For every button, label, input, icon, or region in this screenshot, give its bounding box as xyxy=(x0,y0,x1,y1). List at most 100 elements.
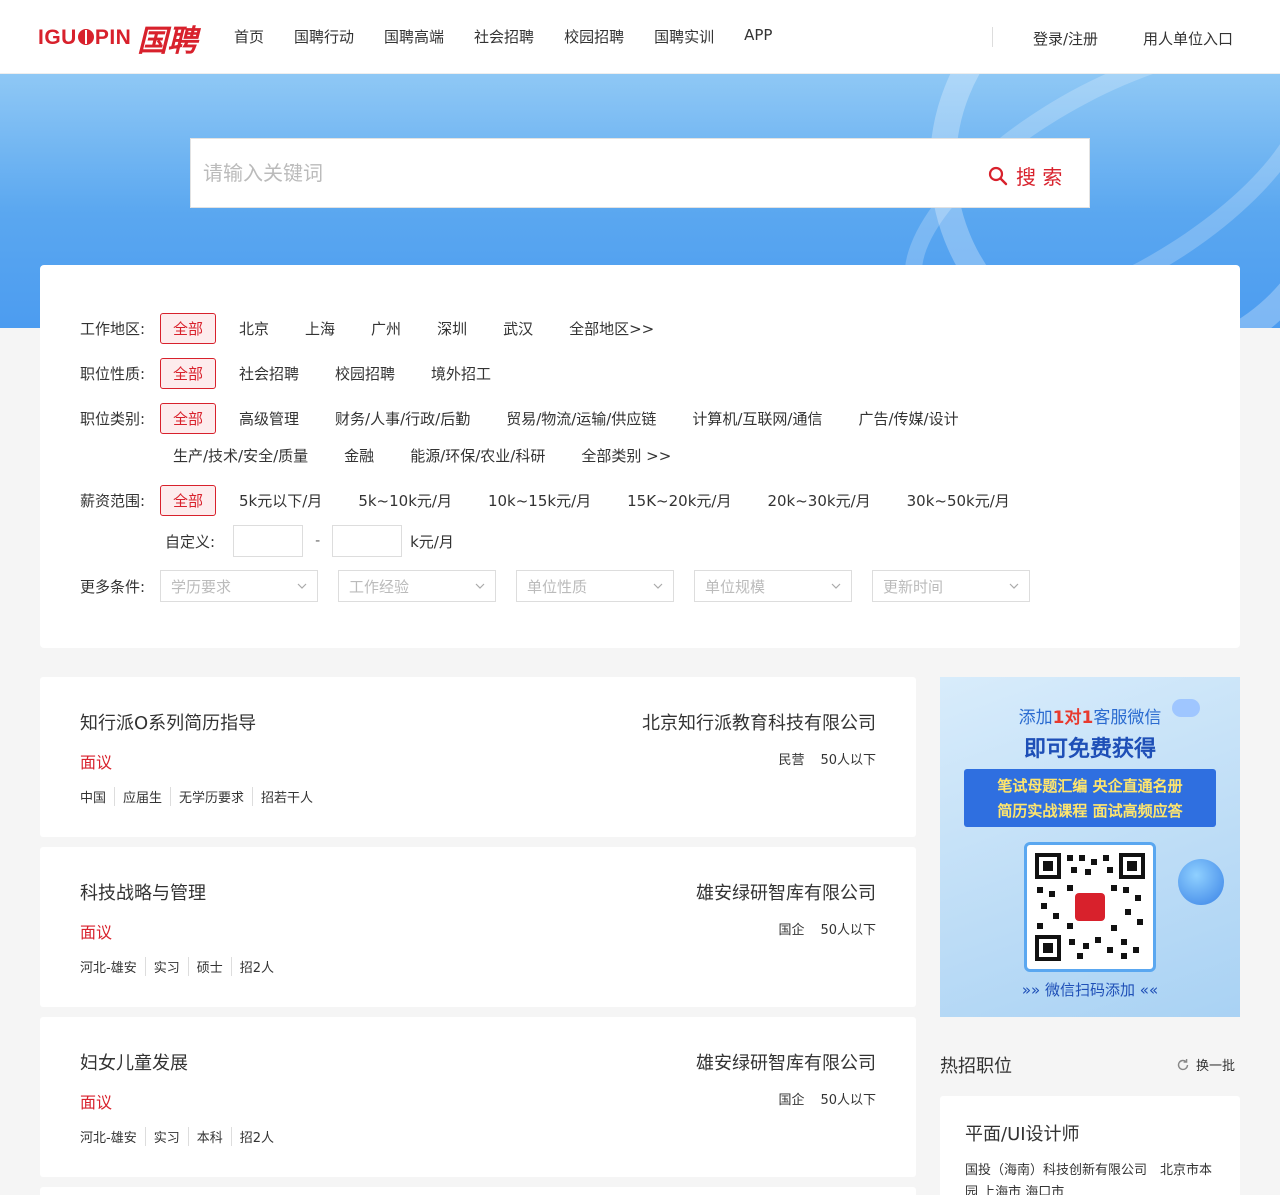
salary-option-30k-50k[interactable]: 30k~50k元/月 xyxy=(907,490,1010,511)
chevron-down-icon xyxy=(297,583,307,589)
location-option-guangzhou[interactable]: 广州 xyxy=(371,318,401,339)
location-option-beijing[interactable]: 北京 xyxy=(239,318,269,339)
job-card-partial[interactable] xyxy=(40,1187,916,1195)
nav-app[interactable]: APP xyxy=(744,26,772,47)
company-meta: 民营 50人以下 xyxy=(762,749,876,768)
location-option-all[interactable]: 全部 xyxy=(160,313,217,344)
job-title[interactable]: 妇女儿童发展 xyxy=(80,1049,188,1075)
job-salary: 面议 xyxy=(80,753,113,772)
location-option-wuhan[interactable]: 武汉 xyxy=(503,318,533,339)
category-option-management[interactable]: 高级管理 xyxy=(239,408,299,429)
filter-label-category: 职位类别: xyxy=(80,410,146,428)
company-size: 50人以下 xyxy=(820,923,876,938)
hot-job-meta: 国投（海南）科技创新有限公司 北京市本园 上海市 海口市 xyxy=(965,1163,1213,1195)
nav-action[interactable]: 国聘行动 xyxy=(294,26,354,47)
chevron-down-icon xyxy=(1009,583,1019,589)
job-tags: 中国 应届生 无学历要求 招若干人 xyxy=(80,787,321,806)
search-button[interactable]: 搜 索 xyxy=(988,161,1062,190)
company-type: 国企 xyxy=(778,923,805,938)
category-option-media-design[interactable]: 广告/传媒/设计 xyxy=(858,408,958,429)
job-tag-type: 应届生 xyxy=(114,787,170,806)
custom-salary-label: 自定义: xyxy=(165,532,216,551)
customer-service-bot-icon xyxy=(1178,859,1224,905)
experience-select-value: 工作经验 xyxy=(349,577,410,596)
company-name[interactable]: 雄安绿研智库有限公司 xyxy=(696,1049,876,1075)
employer-entry-link[interactable]: 用人单位入口 xyxy=(1143,28,1233,49)
hot-job-card[interactable]: 平面/UI设计师 国投（海南）科技创新有限公司 北京市本园 上海市 海口市 xyxy=(940,1096,1240,1195)
category-option-banking[interactable]: 金融 xyxy=(344,445,374,466)
category-option-energy[interactable]: 能源/环保/农业/科研 xyxy=(410,445,545,466)
nav-home[interactable]: 首页 xyxy=(234,26,264,47)
job-card[interactable]: 科技战略与管理 面议 河北-雄安 实习 硕士 招2人 雄安绿研智库有限公司 国企… xyxy=(40,847,916,1007)
salary-min-input[interactable] xyxy=(233,525,304,557)
job-card[interactable]: 知行派O系列简历指导 面议 中国 应届生 无学历要求 招若干人 北京知行派教育科… xyxy=(40,677,916,837)
nature-option-all[interactable]: 全部 xyxy=(160,358,217,389)
category-option-it[interactable]: 计算机/互联网/通信 xyxy=(692,408,822,429)
experience-select[interactable]: 工作经验 xyxy=(338,570,496,602)
update-time-select-value: 更新时间 xyxy=(883,577,944,596)
location-option-shanghai[interactable]: 上海 xyxy=(305,318,335,339)
salary-unit: k元/月 xyxy=(410,532,454,551)
category-option-finance-hr[interactable]: 财务/人事/行政/后勤 xyxy=(335,408,470,429)
company-size-select[interactable]: 单位规模 xyxy=(694,570,852,602)
refresh-button[interactable]: 换一批 xyxy=(1176,1055,1235,1074)
nature-option-campus[interactable]: 校园招聘 xyxy=(335,363,395,384)
job-tag-location: 河北-雄安 xyxy=(80,1131,137,1146)
job-tag-location: 河北-雄安 xyxy=(80,961,137,976)
site-logo[interactable]: IGU PIN 国聘 xyxy=(38,18,198,59)
nature-option-overseas[interactable]: 境外招工 xyxy=(431,363,491,384)
filter-row-category-2: 生产/技术/安全/质量 金融 能源/环保/农业/科研 全部类别 >> xyxy=(173,445,707,466)
filter-row-location: 工作地区: 全部 北京 上海 广州 深圳 武汉 全部地区>> xyxy=(80,313,690,344)
job-tag-type: 实习 xyxy=(144,957,188,976)
category-option-more[interactable]: 全部类别 >> xyxy=(581,445,671,466)
company-size-select-value: 单位规模 xyxy=(705,577,766,596)
refresh-label: 换一批 xyxy=(1196,1059,1236,1074)
salary-option-all[interactable]: 全部 xyxy=(160,485,217,516)
login-register-link[interactable]: 登录/注册 xyxy=(1033,28,1098,49)
promo-line1-pre: 添加 xyxy=(1018,708,1053,728)
education-select[interactable]: 学历要求 xyxy=(160,570,318,602)
filter-label-location: 工作地区: xyxy=(80,320,146,338)
nav-social-recruit[interactable]: 社会招聘 xyxy=(474,26,534,47)
salary-option-15k-20k[interactable]: 15K~20k元/月 xyxy=(627,490,731,511)
job-tags: 河北-雄安 实习 本科 招2人 xyxy=(80,1127,282,1146)
nav-senior[interactable]: 国聘高端 xyxy=(384,26,444,47)
company-name[interactable]: 北京知行派教育科技有限公司 xyxy=(642,709,876,735)
search-input[interactable] xyxy=(191,139,971,207)
salary-option-below-5k[interactable]: 5k元以下/月 xyxy=(239,490,322,511)
job-card[interactable]: 妇女儿童发展 面议 河北-雄安 实习 本科 招2人 雄安绿研智库有限公司 国企 … xyxy=(40,1017,916,1177)
nature-option-social[interactable]: 社会招聘 xyxy=(239,363,299,384)
category-option-production[interactable]: 生产/技术/安全/质量 xyxy=(173,445,308,466)
search-button-label: 搜 索 xyxy=(1016,165,1063,189)
salary-option-20k-30k[interactable]: 20k~30k元/月 xyxy=(767,490,870,511)
company-nature-select[interactable]: 单位性质 xyxy=(516,570,674,602)
company-nature-select-value: 单位性质 xyxy=(527,577,588,596)
job-tag-type: 实习 xyxy=(144,1127,188,1146)
promo-line1-post: 客服微信 xyxy=(1093,708,1162,728)
location-option-more[interactable]: 全部地区>> xyxy=(569,318,654,339)
hot-job-title[interactable]: 平面/UI设计师 xyxy=(965,1120,1080,1146)
category-option-trade-logistics[interactable]: 贸易/物流/运输/供应链 xyxy=(506,408,656,429)
salary-option-10k-15k[interactable]: 10k~15k元/月 xyxy=(488,490,591,511)
logo-text-cn: 国聘 xyxy=(137,24,198,59)
wechat-promo-banner[interactable]: 添加1对1客服微信 即可免费获得 笔试母题汇编 央企直通名册 简历实战课程 面试… xyxy=(940,677,1240,1017)
job-tags: 河北-雄安 实习 硕士 招2人 xyxy=(80,957,282,976)
job-title[interactable]: 知行派O系列简历指导 xyxy=(80,709,256,735)
company-name[interactable]: 雄安绿研智库有限公司 xyxy=(696,879,876,905)
search-box: 搜 索 xyxy=(190,138,1090,208)
filter-panel: 工作地区: 全部 北京 上海 广州 深圳 武汉 全部地区>> 职位性质: 全部 … xyxy=(40,265,1240,648)
promo-scan-hint: »» 微信扫码添加 «« xyxy=(1021,981,1159,999)
search-icon xyxy=(988,166,1008,185)
filter-row-salary: 薪资范围: 全部 5k元以下/月 5k~10k元/月 10k~15k元/月 15… xyxy=(80,485,1046,516)
nav-training[interactable]: 国聘实训 xyxy=(654,26,714,47)
job-title[interactable]: 科技战略与管理 xyxy=(80,879,206,905)
category-option-all[interactable]: 全部 xyxy=(160,403,217,434)
salary-max-input[interactable] xyxy=(332,525,403,557)
update-time-select[interactable]: 更新时间 xyxy=(872,570,1030,602)
nav-campus-recruit[interactable]: 校园招聘 xyxy=(564,26,624,47)
top-header: IGU PIN 国聘 首页 国聘行动 国聘高端 社会招聘 校园招聘 国聘实训 AP… xyxy=(0,0,1280,74)
promo-line1: 添加1对1客服微信 xyxy=(940,703,1240,728)
salary-option-5k-10k[interactable]: 5k~10k元/月 xyxy=(358,490,452,511)
location-option-shenzhen[interactable]: 深圳 xyxy=(437,318,467,339)
promo-line2: 即可免费获得 xyxy=(1023,737,1156,762)
